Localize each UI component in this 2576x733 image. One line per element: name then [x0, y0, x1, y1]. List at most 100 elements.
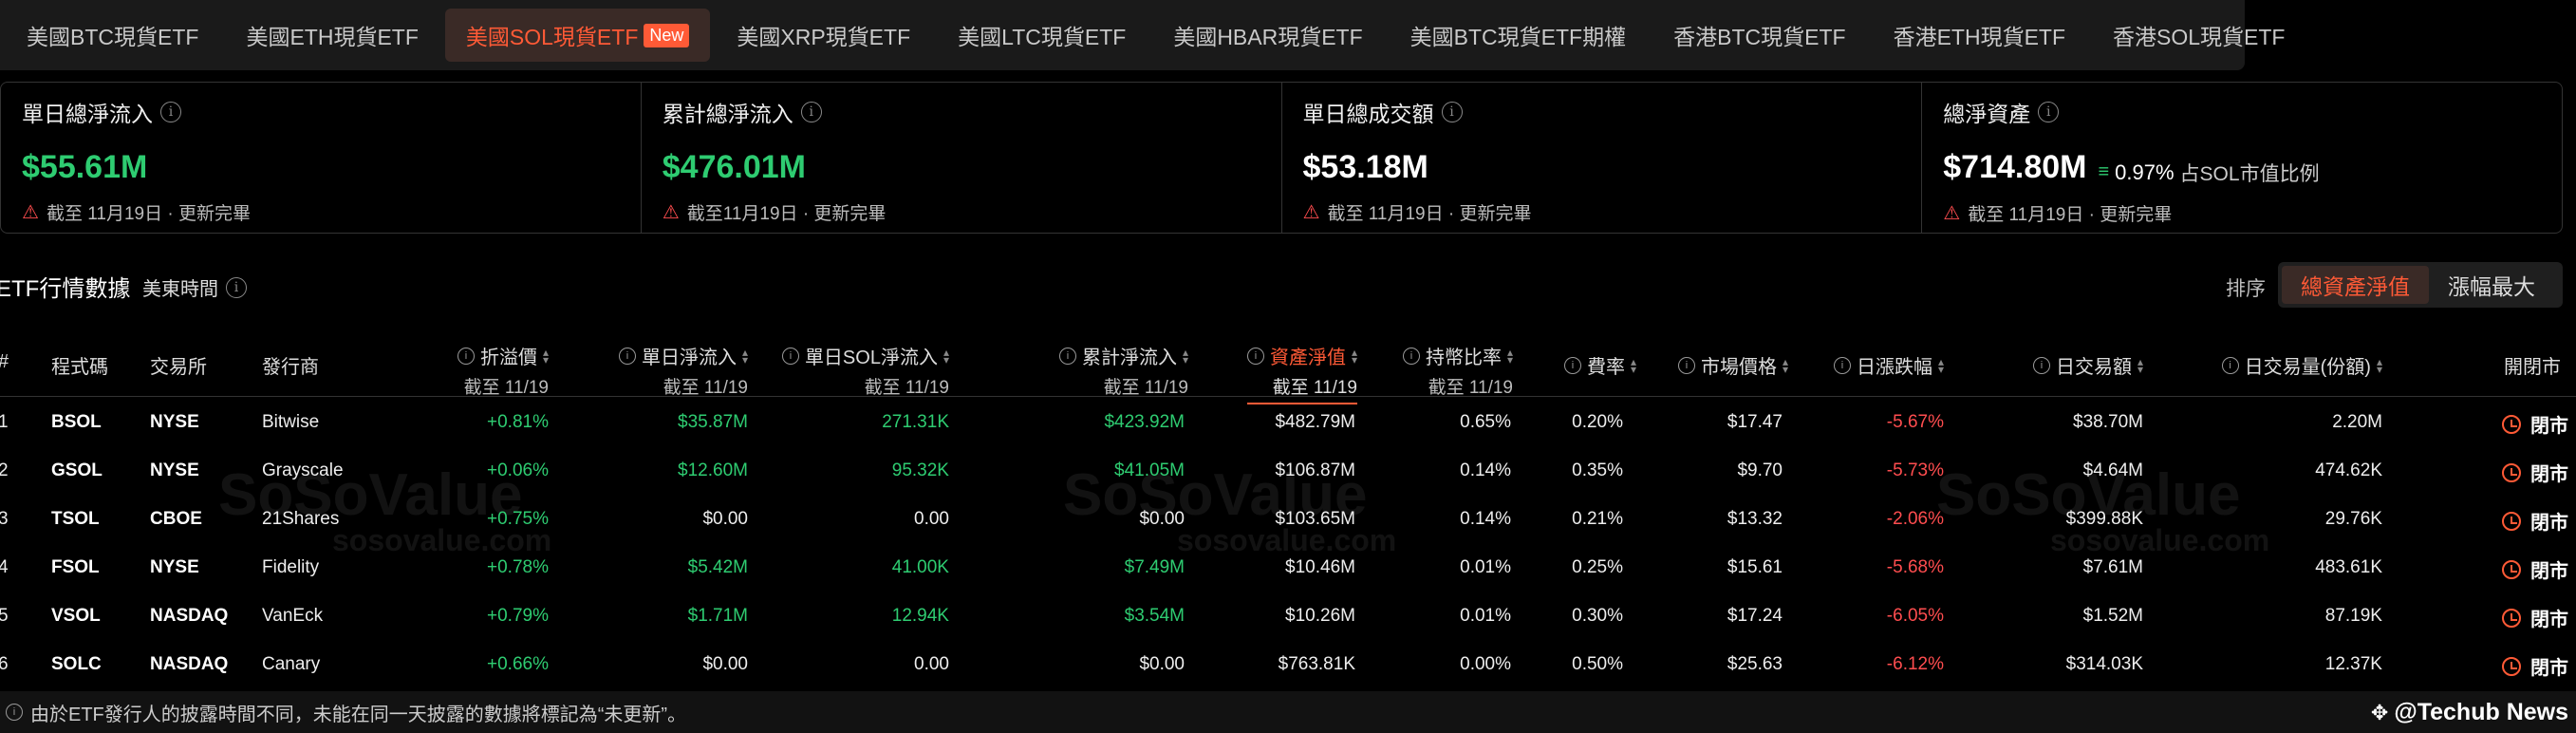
- cell-nav: $10.46M: [1285, 557, 1355, 577]
- cell-code[interactable]: VSOL: [51, 606, 101, 627]
- stat-daily-net-inflow: 單日總淨流入 i $55.61M ⚠ 截至 11月19日 · 更新完畢: [1, 83, 642, 233]
- cell-num: 3: [0, 509, 9, 529]
- disclosure-footer: i 由於ETF發行人的披露時間不同，未能在同一天披露的數據將標記為“未更新”。 …: [0, 691, 2576, 733]
- market-status-text: 閉市: [2530, 416, 2568, 437]
- col-label: 累計淨流入: [1081, 348, 1177, 368]
- info-icon[interactable]: i: [781, 347, 799, 365]
- col-nav[interactable]: i 資產淨值 ▴ ▾ 截至 11/19: [1246, 342, 1357, 404]
- info-icon[interactable]: i: [800, 102, 822, 122]
- table-row[interactable]: 2 GSOL NYSE Grayscale +0.06% $12.60M 95.…: [0, 445, 2576, 494]
- tab-hk-btc-spot-etf[interactable]: 香港BTC現貨ETF: [1652, 9, 1866, 62]
- tab-us-btc-spot-etf-options[interactable]: 美國BTC現貨ETF期權: [1390, 9, 1647, 62]
- info-icon[interactable]: i: [1246, 347, 1264, 365]
- info-icon[interactable]: i: [160, 102, 181, 122]
- footer-note: 由於ETF發行人的披露時間不同，未能在同一天披露的數據將標記為“未更新”。: [30, 704, 687, 725]
- cell-daily-sol: 0.00: [914, 509, 949, 529]
- col-daily-sol-inflow[interactable]: i 單日SOL淨流入 ▴ ▾ 截至 11/19: [781, 342, 949, 399]
- cell-exchange: NYSE: [150, 412, 199, 432]
- col-daily-shares[interactable]: i 日交易量(份額) ▴ ▾: [2221, 351, 2382, 379]
- sort-by-gain-button[interactable]: 漲幅最大: [2429, 266, 2554, 304]
- col-label: 開閉市: [2504, 357, 2561, 378]
- new-badge: New: [644, 23, 690, 47]
- info-icon[interactable]: i: [1402, 347, 1420, 365]
- col-date: 截至 11/19: [1103, 378, 1188, 398]
- col-daily-change[interactable]: i 日漲跌幅 ▴ ▾: [1833, 351, 1944, 379]
- table-row[interactable]: 6 SOLC NASDAQ Canary +0.66% $0.00 0.00 $…: [0, 639, 2576, 687]
- col-daily-net-inflow[interactable]: i 單日淨流入 ▴ ▾ 截至 11/19: [618, 342, 748, 399]
- cell-daily-sol: 271.31K: [882, 412, 949, 432]
- cell-code[interactable]: SOLC: [51, 654, 102, 675]
- info-icon[interactable]: i: [457, 347, 475, 365]
- col-daily-volume[interactable]: i 日交易額 ▴ ▾: [2032, 351, 2143, 379]
- tab-us-sol-spot-etf[interactable]: 美國SOL現貨ETF New: [444, 9, 711, 62]
- table-row[interactable]: 4 FSOL NYSE Fidelity +0.78% $5.42M 41.00…: [0, 542, 2576, 591]
- table-row[interactable]: 3 TSOL CBOE 21Shares +0.75% $0.00 0.00 $…: [0, 494, 2576, 542]
- tab-us-ltc-spot-etf[interactable]: 美國LTC現貨ETF: [937, 9, 1147, 62]
- cell-change: -2.06%: [1886, 509, 1944, 529]
- market-status-text: 閉市: [2530, 513, 2568, 534]
- cell-issuer: Canary: [262, 654, 321, 674]
- cell-num: 2: [0, 460, 9, 480]
- table-row[interactable]: 1 BSOL NYSE Bitwise +0.81% $35.87M 271.3…: [0, 397, 2576, 445]
- col-cumulative-inflow[interactable]: i 累計淨流入 ▴ ▾ 截至 11/19: [1058, 342, 1188, 399]
- stat-value: $55.61M: [22, 149, 148, 185]
- cell-daily-flow: $35.87M: [678, 412, 748, 432]
- tab-us-xrp-spot-etf[interactable]: 美國XRP現貨ETF: [716, 9, 931, 62]
- info-icon[interactable]: i: [1833, 356, 1851, 374]
- sort-icon: ▴ ▾: [943, 345, 949, 366]
- cell-num: 4: [0, 557, 9, 577]
- info-icon[interactable]: i: [2038, 102, 2060, 122]
- cell-code[interactable]: TSOL: [51, 509, 100, 530]
- brand-text: @Techub News: [2394, 699, 2568, 725]
- tab-label: 香港SOL現貨ETF: [2113, 25, 2286, 49]
- col-hold-ratio[interactable]: i 持幣比率 ▴ ▾ 截至 11/19: [1402, 342, 1513, 399]
- cell-price: $25.63: [1727, 654, 1783, 674]
- tab-us-eth-spot-etf[interactable]: 美國ETH現貨ETF: [225, 9, 439, 62]
- tab-us-btc-spot-etf[interactable]: 美國BTC現貨ETF: [6, 9, 219, 62]
- tab-label: 美國SOL現貨ETF: [465, 25, 639, 49]
- col-fee[interactable]: i 費率 ▴ ▾: [1563, 351, 1636, 379]
- tab-hk-eth-spot-etf[interactable]: 香港ETH現貨ETF: [1873, 9, 2086, 62]
- cell-volume-shares: 87.19K: [2324, 606, 2382, 626]
- stat-label: 單日總淨流入: [22, 102, 153, 126]
- sort-icon: ▴ ▾: [741, 345, 748, 366]
- sort-by-nav-button[interactable]: 總資產淨值: [2282, 266, 2429, 304]
- brand-watermark: ✥ @Techub News: [2371, 699, 2568, 726]
- tab-us-hbar-spot-etf[interactable]: 美國HBAR現貨ETF: [1152, 9, 1383, 62]
- info-icon[interactable]: i: [2032, 356, 2050, 374]
- cell-volume-usd: $1.52M: [2082, 606, 2143, 626]
- warning-icon: ⚠: [22, 202, 39, 223]
- sort-toggle: 總資產淨值 漲幅最大: [2278, 262, 2563, 308]
- cell-change: -6.12%: [1886, 654, 1944, 674]
- cell-price: $17.24: [1727, 606, 1783, 626]
- stat-note: 截至 11月19日 · 更新完畢: [1968, 204, 2173, 225]
- tab-label: 美國XRP現貨ETF: [737, 25, 911, 49]
- table-row[interactable]: 5 VSOL NASDAQ VanEck +0.79% $1.71M 12.94…: [0, 591, 2576, 639]
- cell-num: 6: [0, 654, 9, 674]
- sort-icon: ▴ ▾: [1506, 345, 1513, 366]
- info-icon[interactable]: i: [2221, 356, 2239, 374]
- cell-hold-ratio: 0.01%: [1460, 606, 1511, 626]
- info-icon[interactable]: i: [226, 276, 247, 298]
- sort-icon: ▴ ▾: [542, 345, 549, 366]
- info-icon[interactable]: i: [1058, 347, 1076, 365]
- tab-label: 美國LTC現貨ETF: [958, 25, 1127, 49]
- cell-code[interactable]: FSOL: [51, 557, 100, 578]
- col-premium[interactable]: i 折溢價 ▴ ▾ 截至 11/19: [457, 342, 549, 399]
- info-icon[interactable]: i: [1441, 102, 1463, 122]
- info-icon[interactable]: i: [1677, 356, 1695, 374]
- cell-code[interactable]: BSOL: [51, 412, 102, 433]
- stat-label: 累計總淨流入: [662, 102, 793, 126]
- col-label: 折溢價: [479, 348, 537, 368]
- info-icon[interactable]: i: [1563, 356, 1581, 374]
- col-date: 截至 11/19: [663, 378, 748, 398]
- col-date: 截至 11/19: [1272, 378, 1357, 398]
- info-icon[interactable]: i: [618, 347, 636, 365]
- cell-code[interactable]: GSOL: [51, 460, 103, 481]
- cell-volume-usd: $314.03K: [2065, 654, 2143, 674]
- stat-value: $714.80M: [1943, 149, 2087, 185]
- stat-label: 總淨資產: [1943, 102, 2031, 126]
- tab-hk-sol-spot-etf[interactable]: 香港SOL現貨ETF: [2092, 9, 2305, 62]
- col-market-price[interactable]: i 市場價格 ▴ ▾: [1677, 351, 1788, 379]
- stat-note: 截至 11月19日 · 更新完畢: [46, 204, 251, 224]
